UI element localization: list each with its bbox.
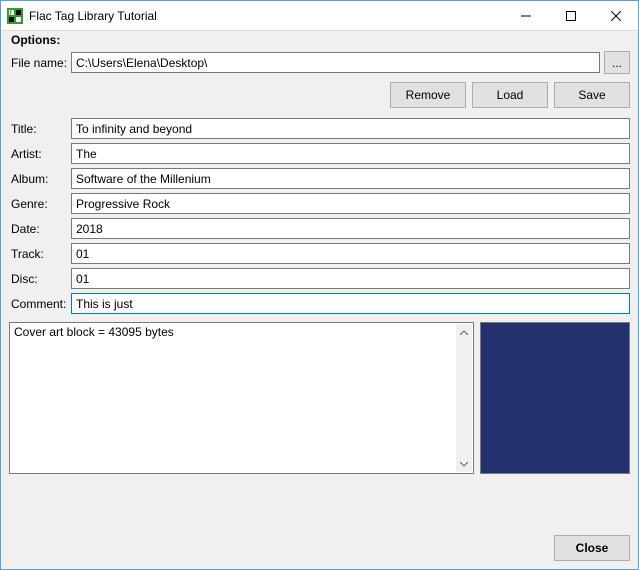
app-window: f Flac Tag Library Tutorial Options: Fil… bbox=[0, 0, 639, 570]
title-input[interactable] bbox=[71, 118, 630, 139]
disc-input[interactable] bbox=[71, 268, 630, 289]
title-row: Title: bbox=[9, 118, 630, 139]
track-label: Track: bbox=[9, 247, 71, 261]
metadata-line: Cover art block = 43095 bytes bbox=[14, 325, 174, 339]
spacer bbox=[9, 474, 630, 527]
filename-row: File name: ... bbox=[9, 51, 630, 74]
maximize-button[interactable] bbox=[548, 1, 593, 30]
scrollbar[interactable] bbox=[456, 324, 472, 472]
comment-label: Comment: bbox=[9, 297, 71, 311]
footer: Close bbox=[9, 527, 630, 561]
date-label: Date: bbox=[9, 222, 71, 236]
window-title: Flac Tag Library Tutorial bbox=[29, 9, 503, 23]
title-label: Title: bbox=[9, 122, 71, 136]
comment-row: Comment: bbox=[9, 293, 630, 314]
file-actions: Remove Load Save bbox=[9, 82, 630, 108]
track-row: Track: bbox=[9, 243, 630, 264]
remove-button[interactable]: Remove bbox=[390, 82, 466, 108]
genre-label: Genre: bbox=[9, 197, 71, 211]
load-button[interactable]: Load bbox=[472, 82, 548, 108]
cover-art-preview bbox=[480, 322, 630, 474]
filename-label: File name: bbox=[9, 56, 71, 70]
save-button[interactable]: Save bbox=[554, 82, 630, 108]
track-input[interactable] bbox=[71, 243, 630, 264]
genre-input[interactable] bbox=[71, 193, 630, 214]
minimize-button[interactable] bbox=[503, 1, 548, 30]
comment-input[interactable] bbox=[71, 293, 630, 314]
artist-input[interactable] bbox=[71, 143, 630, 164]
date-input[interactable] bbox=[71, 218, 630, 239]
artist-row: Artist: bbox=[9, 143, 630, 164]
titlebar: f Flac Tag Library Tutorial bbox=[1, 1, 638, 31]
album-row: Album: bbox=[9, 168, 630, 189]
date-row: Date: bbox=[9, 218, 630, 239]
client-area: Options: File name: ... Remove Load Save… bbox=[1, 31, 638, 569]
scroll-up-icon[interactable] bbox=[456, 324, 472, 340]
options-heading: Options: bbox=[9, 31, 630, 51]
filename-input[interactable] bbox=[71, 52, 600, 73]
disc-row: Disc: bbox=[9, 268, 630, 289]
artist-label: Artist: bbox=[9, 147, 71, 161]
scroll-down-icon[interactable] bbox=[456, 456, 472, 472]
close-window-button[interactable] bbox=[593, 1, 638, 30]
album-input[interactable] bbox=[71, 168, 630, 189]
metadata-listbox[interactable]: Cover art block = 43095 bytes bbox=[9, 322, 474, 474]
genre-row: Genre: bbox=[9, 193, 630, 214]
app-icon: f bbox=[7, 8, 23, 24]
disc-label: Disc: bbox=[9, 272, 71, 286]
close-button[interactable]: Close bbox=[554, 535, 630, 561]
window-controls bbox=[503, 1, 638, 30]
browse-button[interactable]: ... bbox=[604, 51, 630, 74]
lower-panel: Cover art block = 43095 bytes bbox=[9, 322, 630, 474]
album-label: Album: bbox=[9, 172, 71, 186]
